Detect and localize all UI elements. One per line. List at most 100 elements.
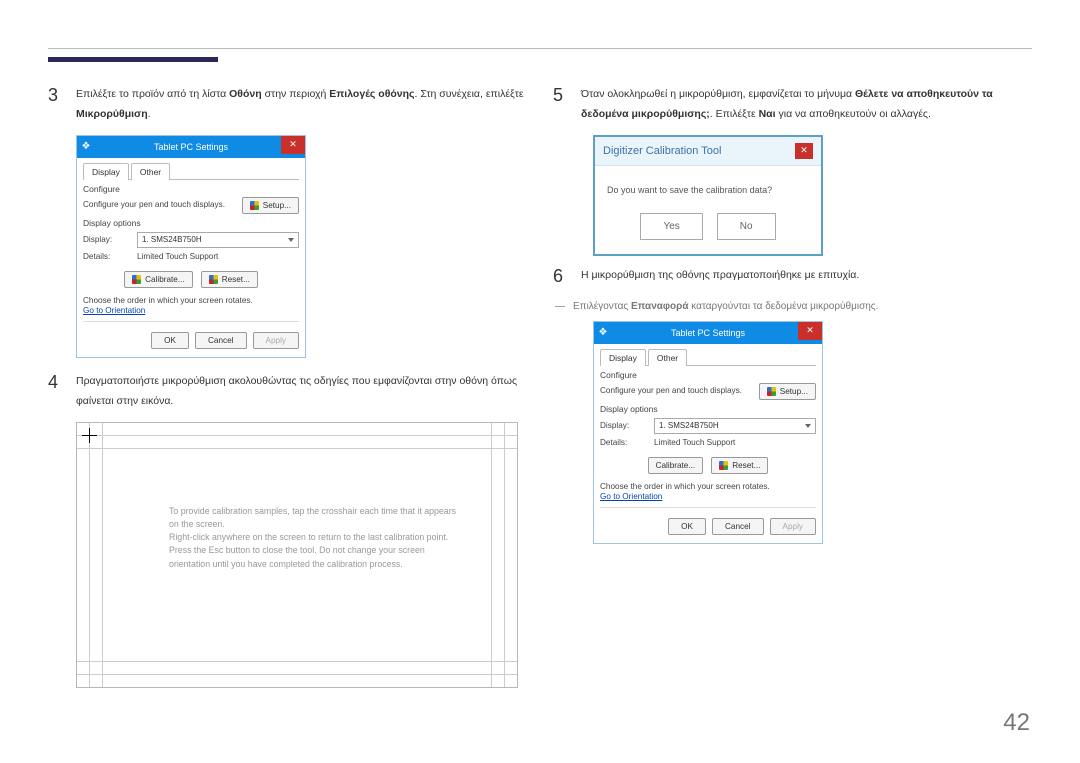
window-icon: ❖ <box>77 141 95 152</box>
document-columns: 3 Επιλέξτε το προϊόν από τη λίστα Οθόνη … <box>48 85 1032 688</box>
dash-icon: ― <box>553 298 565 315</box>
display-options-label: Display options <box>83 218 299 228</box>
dialog-titlebar[interactable]: ❖ Tablet PC Settings ✕ <box>77 136 305 158</box>
button-label: Reset... <box>222 275 250 284</box>
yes-button[interactable]: Yes <box>640 213 702 240</box>
tab-other[interactable]: Other <box>648 349 687 366</box>
close-icon[interactable]: ✕ <box>281 136 305 154</box>
calibrate-button[interactable]: Calibrate... <box>124 271 193 288</box>
step-number: 4 <box>48 372 64 412</box>
tab-display[interactable]: Display <box>83 163 129 180</box>
details-label: Details: <box>83 252 129 261</box>
calibration-screenshot: To provide calibration samples, tap the … <box>76 422 518 688</box>
left-column: 3 Επιλέξτε το προϊόν από τη λίστα Οθόνη … <box>48 85 527 688</box>
step-number: 5 <box>553 85 569 125</box>
reset-button[interactable]: Reset... <box>711 457 768 474</box>
configure-label: Configure <box>600 370 816 380</box>
button-label: Calibrate... <box>145 275 185 284</box>
display-combobox[interactable]: 1. SMS24B750H <box>654 418 816 434</box>
setup-button[interactable]: Setup... <box>242 197 299 214</box>
step-4: 4 Πραγματοποιήστε μικρορύθμιση ακολουθών… <box>48 372 527 412</box>
text: στην περιοχή <box>262 88 330 100</box>
text: Επιλέγοντας <box>573 301 631 312</box>
calibrate-button[interactable]: Calibrate... <box>648 457 704 474</box>
digitizer-calibration-dialog: Digitizer Calibration Tool ✕ Do you want… <box>593 135 823 257</box>
dialog-title: Digitizer Calibration Tool <box>603 145 721 157</box>
bold: Οθόνη <box>229 88 262 100</box>
divider <box>83 321 299 322</box>
configure-label: Configure <box>83 184 299 194</box>
dialog-title: Tablet PC Settings <box>95 142 305 152</box>
step-text: Η μικρορύθμιση της οθόνης πραγματοποιήθη… <box>581 266 1032 288</box>
step-text: Όταν ολοκληρωθεί η μικρορύθμιση, εμφανίζ… <box>581 85 1032 125</box>
configure-text: Configure your pen and touch displays. <box>600 386 753 396</box>
divider <box>600 507 816 508</box>
calibration-instructions: To provide calibration samples, tap the … <box>169 505 459 571</box>
apply-button[interactable]: Apply <box>253 332 299 349</box>
text: . Επιλέξτε <box>710 108 759 120</box>
details-value: Limited Touch Support <box>137 252 218 261</box>
bold: Επιλογές οθόνης <box>329 88 414 100</box>
display-combobox[interactable]: 1. SMS24B750H <box>137 232 299 248</box>
step-number: 3 <box>48 85 64 125</box>
dialog-buttons: Yes No <box>595 205 821 254</box>
close-icon[interactable]: ✕ <box>795 143 813 159</box>
shield-icon <box>132 275 141 284</box>
orientation-link[interactable]: Go to Orientation <box>600 492 662 501</box>
shield-icon <box>719 461 728 470</box>
cancel-button[interactable]: Cancel <box>712 518 764 535</box>
step-5: 5 Όταν ολοκληρωθεί η μικρορύθμιση, εμφαν… <box>553 85 1032 125</box>
dialog-tabs: Display Other <box>83 162 299 180</box>
details-value: Limited Touch Support <box>654 438 735 447</box>
reset-button[interactable]: Reset... <box>201 271 258 288</box>
dialog-titlebar[interactable]: ❖ Tablet PC Settings ✕ <box>594 322 822 344</box>
step-text: Επιλέξτε το προϊόν από τη λίστα Οθόνη στ… <box>76 85 527 125</box>
right-column: 5 Όταν ολοκληρωθεί η μικρορύθμιση, εμφαν… <box>553 85 1032 688</box>
configure-text: Configure your pen and touch displays. <box>83 200 236 210</box>
dialog-titlebar[interactable]: Digitizer Calibration Tool ✕ <box>595 137 821 166</box>
display-label: Display: <box>83 235 129 244</box>
shield-icon <box>250 201 259 210</box>
crosshair-icon <box>82 428 97 443</box>
button-label: Setup... <box>780 387 808 396</box>
tablet-pc-settings-dialog-2: ❖ Tablet PC Settings ✕ Display Other Con… <box>593 321 823 544</box>
dialog-title: Tablet PC Settings <box>612 328 822 338</box>
button-label: Setup... <box>263 201 291 210</box>
rotation-order-text: Choose the order in which your screen ro… <box>83 296 299 305</box>
display-options-label: Display options <box>600 404 816 414</box>
dialog-body: Display Other Configure Configure your p… <box>77 158 305 357</box>
ok-button[interactable]: OK <box>668 518 706 535</box>
apply-button[interactable]: Apply <box>770 518 816 535</box>
bold: Επαναφορά <box>631 301 689 312</box>
step-text: Πραγματοποιήστε μικρορύθμιση ακολουθώντα… <box>76 372 527 412</box>
header-rule <box>48 48 1032 49</box>
details-label: Details: <box>600 438 646 447</box>
shield-icon <box>209 275 218 284</box>
button-label: Reset... <box>732 461 760 470</box>
no-button[interactable]: No <box>717 213 776 240</box>
text: . Στη συνέχεια, επιλέξτε <box>415 88 524 100</box>
dialog-message: Do you want to save the calibration data… <box>595 166 821 206</box>
close-icon[interactable]: ✕ <box>798 322 822 340</box>
page-number: 42 <box>1003 709 1030 737</box>
text: Όταν ολοκληρωθεί η μικρορύθμιση, εμφανίζ… <box>581 88 855 100</box>
dialog-tabs: Display Other <box>600 348 816 366</box>
text: καταργούνται τα δεδομένα μικρορύθμισης. <box>689 301 879 312</box>
bold: Μικρορύθμιση <box>76 108 148 120</box>
setup-button[interactable]: Setup... <box>759 383 816 400</box>
dialog-body: Display Other Configure Configure your p… <box>594 344 822 543</box>
orientation-link[interactable]: Go to Orientation <box>83 306 145 315</box>
bold: Ναι <box>759 108 776 120</box>
step-number: 6 <box>553 266 569 288</box>
step-3: 3 Επιλέξτε το προϊόν από τη λίστα Οθόνη … <box>48 85 527 125</box>
tablet-pc-settings-dialog: ❖ Tablet PC Settings ✕ Display Other Con… <box>76 135 306 358</box>
reset-note: ― Επιλέγοντας Επαναφορά καταργούνται τα … <box>553 298 1032 315</box>
text: Επιλέξτε το προϊόν από τη λίστα <box>76 88 229 100</box>
text: για να αποθηκευτούν οι αλλαγές. <box>776 108 931 120</box>
rotation-order-text: Choose the order in which your screen ro… <box>600 482 816 491</box>
tab-display[interactable]: Display <box>600 349 646 366</box>
tab-other[interactable]: Other <box>131 163 170 180</box>
ok-button[interactable]: OK <box>151 332 189 349</box>
cancel-button[interactable]: Cancel <box>195 332 247 349</box>
text: . <box>148 108 151 120</box>
